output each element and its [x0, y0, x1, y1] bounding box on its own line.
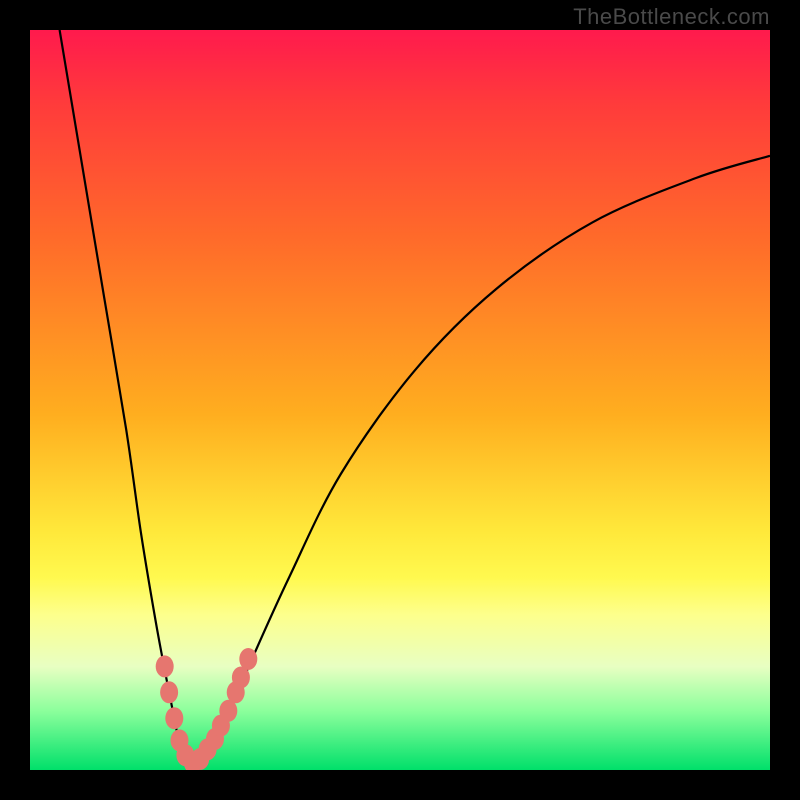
curve-right-branch: [193, 156, 770, 763]
data-marker: [239, 648, 257, 670]
marker-group: [156, 648, 258, 770]
curve-left-branch: [60, 30, 193, 763]
chart-frame: TheBottleneck.com: [0, 0, 800, 800]
data-marker: [165, 707, 183, 729]
data-marker: [156, 655, 174, 677]
data-marker: [160, 681, 178, 703]
curve-layer: [30, 30, 770, 770]
plot-area: [30, 30, 770, 770]
watermark-text: TheBottleneck.com: [573, 4, 770, 30]
